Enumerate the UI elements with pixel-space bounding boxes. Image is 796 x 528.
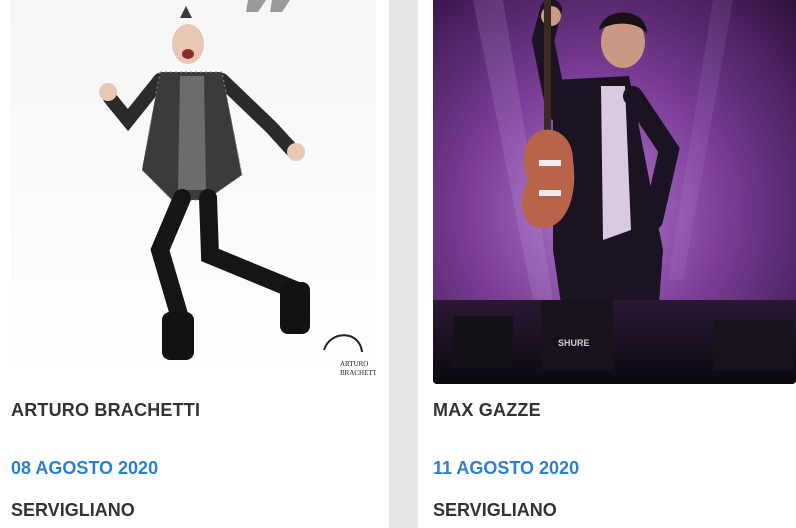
event-location: SERVIGLIANO (11, 500, 135, 520)
event-title[interactable]: ARTURO BRACHETTI (11, 400, 200, 421)
event-card[interactable]: ARTURO BRACHETTI ARTURO BRACHETTI 08 AGO… (0, 0, 389, 528)
svg-text:BRACHETTI: BRACHETTI (340, 369, 376, 377)
event-photo-max-gazze[interactable]: SHURE (433, 0, 796, 384)
event-date: 11 AGOSTO 2020 (433, 458, 580, 478)
brand-logo: ARTURO (340, 360, 368, 368)
event-title[interactable]: MAX GAZZE (433, 400, 541, 421)
event-card[interactable]: SHURE MAX GAZZE 11 AGOSTO 2020 SERVIGLIA… (418, 0, 796, 528)
event-location: SERVIGLIANO (433, 500, 557, 520)
event-date: 08 AGOSTO 2020 (11, 458, 159, 478)
events-grid: ARTURO BRACHETTI ARTURO BRACHETTI 08 AGO… (0, 0, 796, 528)
event-photo-arturo-brachetti[interactable]: ARTURO BRACHETTI (10, 0, 376, 384)
amp-brand: SHURE (558, 338, 590, 348)
